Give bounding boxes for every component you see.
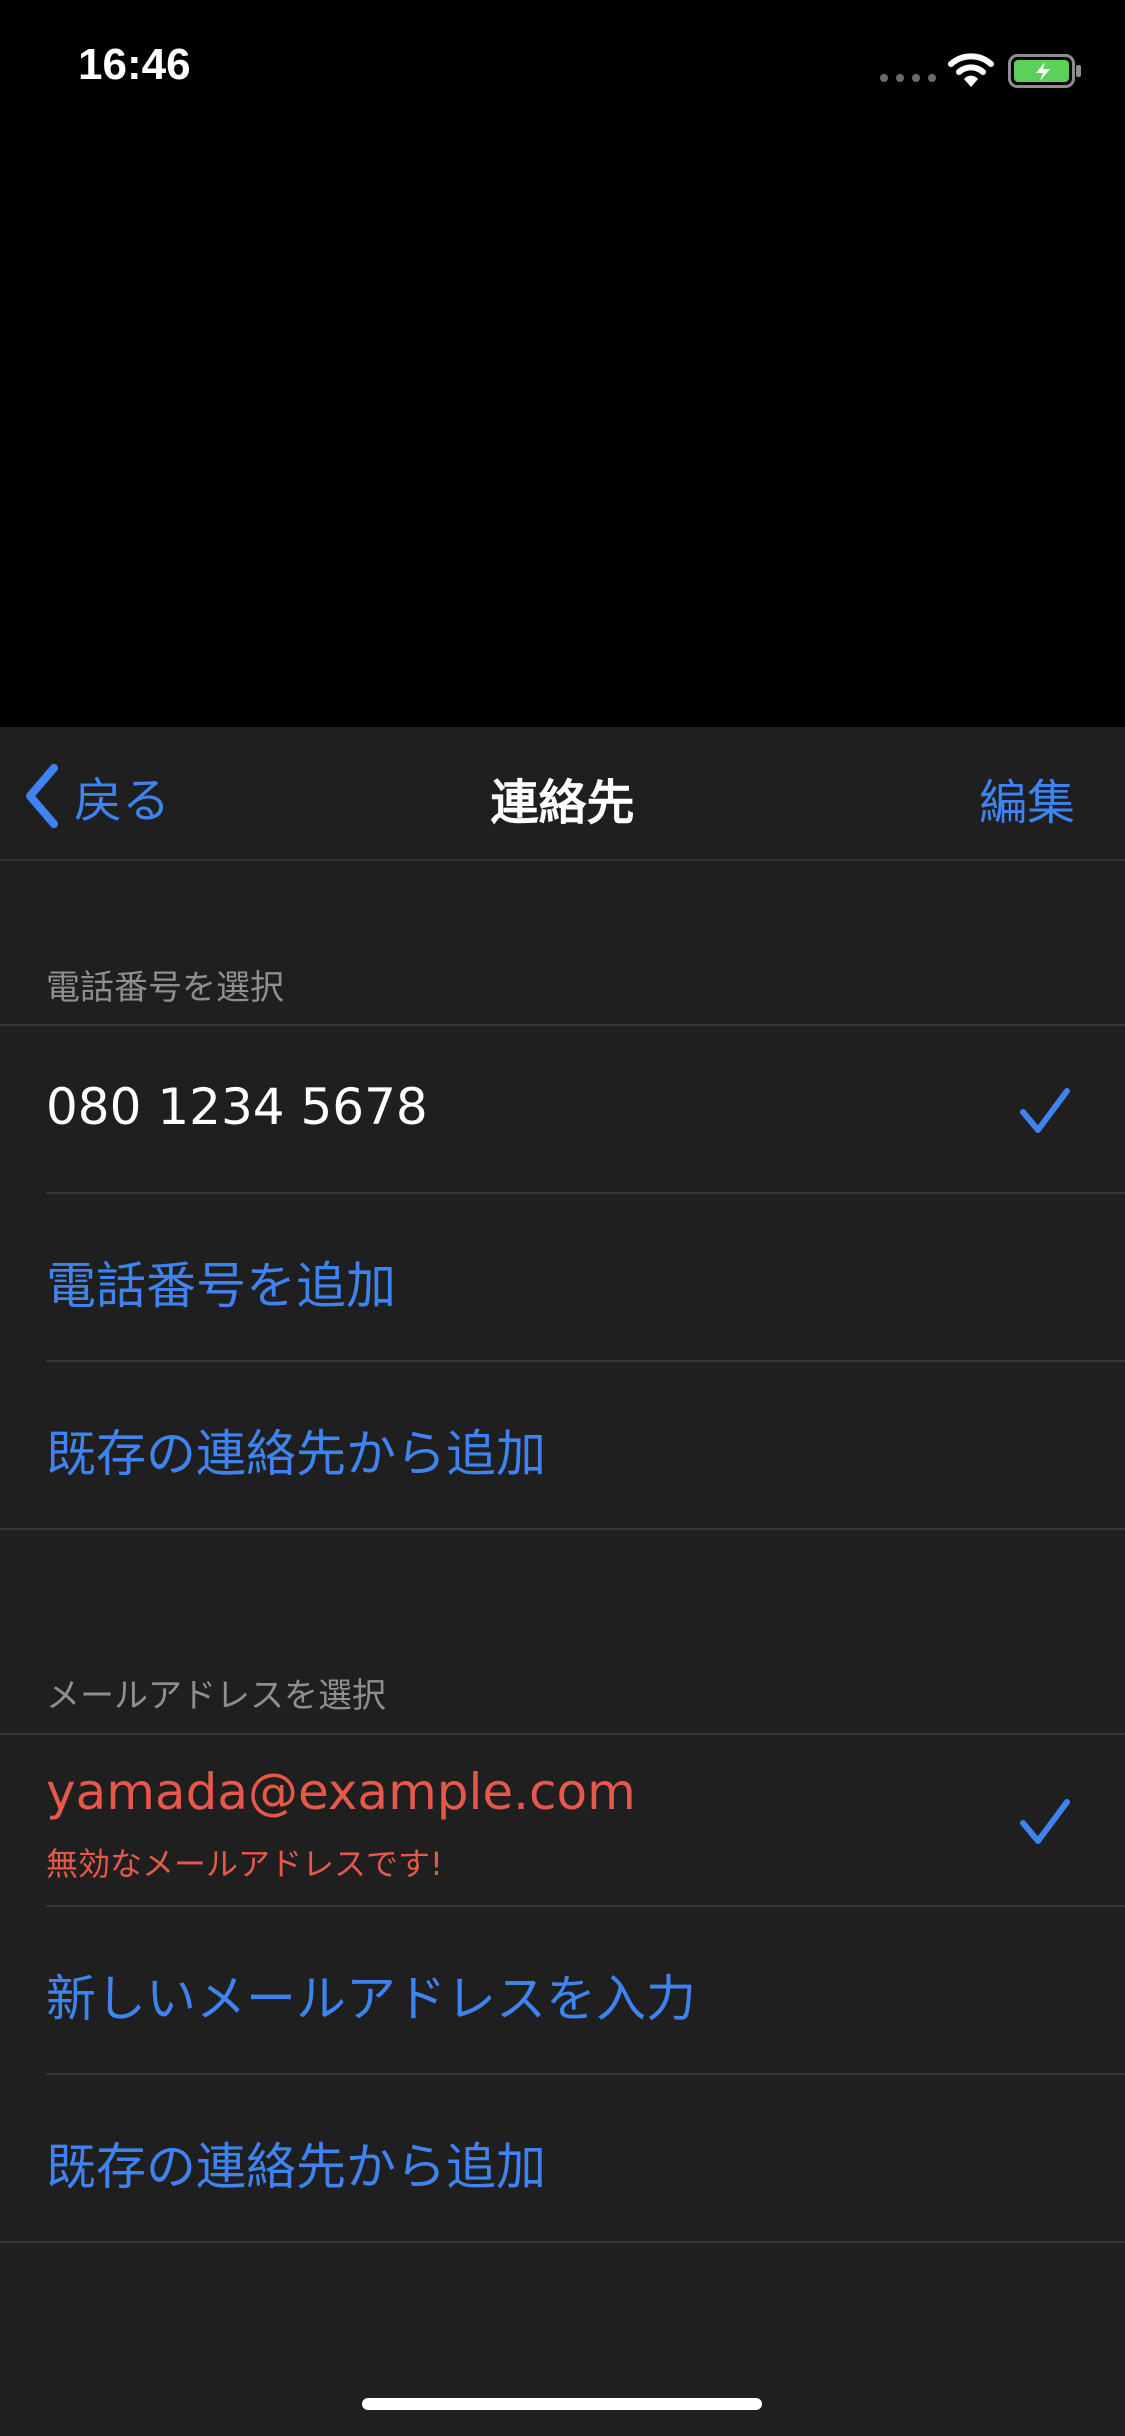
phone-number-row[interactable]: 080 1234 5678: [0, 1026, 1125, 1192]
email-address: yamada@example.com: [46, 1763, 636, 1821]
add-phone-row[interactable]: 電話番号を追加: [0, 1194, 1125, 1360]
home-indicator[interactable]: [362, 2398, 762, 2410]
add-email-from-contacts-label: 既存の連絡先から追加: [46, 2138, 546, 2196]
edit-button[interactable]: 編集: [979, 763, 1075, 833]
new-email-label: 新しいメールアドレスを入力: [46, 1970, 696, 2028]
phone-number: 080 1234 5678: [46, 1078, 428, 1136]
checkmark-icon: [1020, 1088, 1070, 1133]
signal-icon: [880, 74, 936, 82]
contacts-sheet: 戻る 連絡先 編集 電話番号を選択 080 1234 5678 電話番号を追加 …: [0, 727, 1125, 2436]
email-section-header: メールアドレスを選択: [46, 1676, 386, 1716]
phone-section-header: 電話番号を選択: [46, 968, 284, 1008]
wifi-icon: [948, 53, 994, 87]
divider: [0, 2241, 1125, 2243]
navigation-bar: 戻る 連絡先 編集: [0, 727, 1125, 861]
status-time: 16:46: [78, 40, 191, 89]
divider: [0, 1528, 1125, 1530]
add-phone-from-contacts-label: 既存の連絡先から追加: [46, 1425, 546, 1483]
add-phone-from-contacts-row[interactable]: 既存の連絡先から追加: [0, 1362, 1125, 1528]
new-email-row[interactable]: 新しいメールアドレスを入力: [0, 1907, 1125, 2073]
email-error-message: 無効なメールアドレスです!: [46, 1845, 443, 1883]
checkmark-icon: [1020, 1799, 1070, 1844]
status-bar: 16:46: [0, 0, 1125, 140]
add-email-from-contacts-row[interactable]: 既存の連絡先から追加: [0, 2075, 1125, 2241]
page-title: 連絡先: [490, 775, 635, 831]
battery-icon: [1008, 54, 1081, 88]
add-phone-label: 電話番号を追加: [46, 1257, 396, 1315]
email-row[interactable]: yamada@example.com 無効なメールアドレスです!: [0, 1735, 1125, 1905]
